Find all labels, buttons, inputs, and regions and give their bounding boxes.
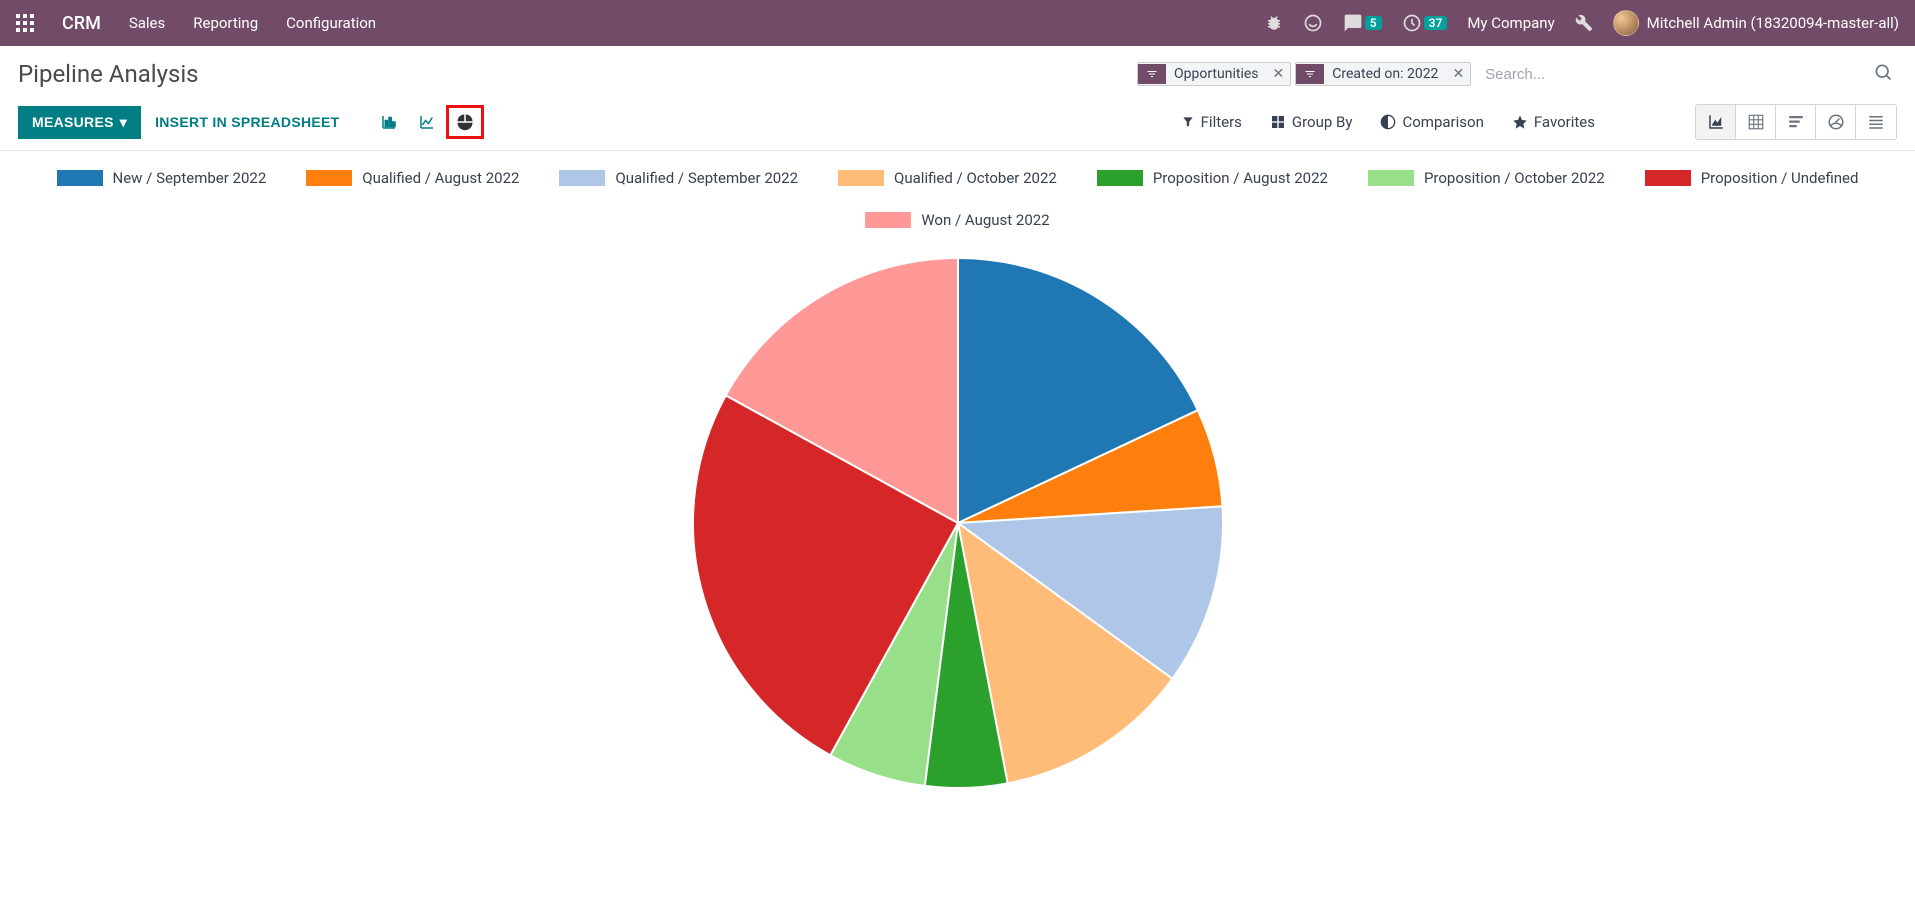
favorites-label: Favorites (1534, 113, 1595, 131)
legend-item[interactable]: Won / August 2022 (865, 211, 1049, 229)
measures-button[interactable]: MEASURES ▾ (18, 106, 141, 139)
line-chart-button[interactable] (408, 105, 446, 139)
legend-item[interactable]: Qualified / September 2022 (559, 169, 798, 187)
pie-chart-button[interactable] (446, 105, 484, 139)
company-switcher[interactable]: My Company (1467, 14, 1554, 32)
legend-item[interactable]: Proposition / October 2022 (1368, 169, 1605, 187)
facet-opportunities: Opportunities ✕ (1137, 62, 1291, 86)
insert-spreadsheet-button[interactable]: INSERT IN SPREADSHEET (141, 106, 353, 138)
legend-label: Proposition / August 2022 (1153, 169, 1328, 187)
legend-label: Qualified / August 2022 (362, 169, 519, 187)
activities-icon[interactable]: 37 (1402, 13, 1448, 33)
legend-swatch (559, 170, 605, 186)
facet-label: Created on: 2022 (1324, 63, 1446, 85)
user-menu[interactable]: Mitchell Admin (18320094-master-all) (1613, 10, 1899, 36)
chart-area: New / September 2022 Qualified / August 2… (0, 151, 1915, 821)
legend-item[interactable]: Proposition / Undefined (1645, 169, 1859, 187)
tools-icon[interactable] (1575, 14, 1593, 32)
comparison-label: Comparison (1402, 113, 1483, 131)
facet-remove[interactable]: ✕ (1446, 64, 1470, 84)
graph-view-button[interactable] (1696, 105, 1736, 139)
legend-item[interactable]: New / September 2022 (57, 169, 267, 187)
messages-badge: 5 (1365, 16, 1382, 30)
legend-label: Proposition / Undefined (1701, 169, 1859, 187)
comparison-dropdown[interactable]: Comparison (1380, 113, 1483, 131)
legend-item[interactable]: Qualified / October 2022 (838, 169, 1057, 187)
measures-label: MEASURES (32, 114, 114, 130)
filters-dropdown[interactable]: Filters (1181, 113, 1242, 131)
facet-label: Opportunities (1166, 63, 1267, 85)
nav-sales[interactable]: Sales (129, 14, 165, 32)
groupby-label: Group By (1292, 113, 1353, 131)
favorites-dropdown[interactable]: Favorites (1512, 113, 1595, 131)
legend-label: Won / August 2022 (921, 211, 1049, 229)
page-title: Pipeline Analysis (18, 60, 199, 88)
filter-icon (1138, 64, 1166, 84)
messages-icon[interactable]: 5 (1343, 13, 1382, 33)
top-navbar: CRM Sales Reporting Configuration 5 37 M… (0, 0, 1915, 46)
support-icon[interactable] (1303, 13, 1323, 33)
search-facets: Opportunities ✕ Created on: 2022 ✕ (1137, 62, 1471, 86)
list-view-button[interactable] (1856, 105, 1896, 139)
legend-label: Qualified / September 2022 (615, 169, 798, 187)
legend-label: Qualified / October 2022 (894, 169, 1057, 187)
dashboard-view-button[interactable] (1816, 105, 1856, 139)
filters-label: Filters (1201, 113, 1242, 131)
search-input[interactable] (1477, 62, 1863, 87)
legend-swatch (838, 170, 884, 186)
groupby-dropdown[interactable]: Group By (1270, 113, 1353, 131)
legend-item[interactable]: Proposition / August 2022 (1097, 169, 1328, 187)
debug-icon[interactable] (1265, 14, 1283, 32)
pivot-view-button[interactable] (1736, 105, 1776, 139)
caret-down-icon: ▾ (120, 114, 127, 131)
legend-swatch (1645, 170, 1691, 186)
bar-chart-button[interactable] (370, 105, 408, 139)
nav-configuration[interactable]: Configuration (286, 14, 376, 32)
pie-chart (678, 243, 1238, 803)
legend-swatch (1368, 170, 1414, 186)
filter-icon (1296, 64, 1324, 84)
view-switcher (1695, 104, 1897, 140)
control-panel: Pipeline Analysis Opportunities ✕ Create… (0, 46, 1915, 151)
legend-swatch (306, 170, 352, 186)
legend-swatch (1097, 170, 1143, 186)
legend-label: New / September 2022 (113, 169, 267, 187)
app-title[interactable]: CRM (62, 13, 101, 34)
cohort-view-button[interactable] (1776, 105, 1816, 139)
legend-swatch (865, 212, 911, 228)
legend-item[interactable]: Qualified / August 2022 (306, 169, 519, 187)
user-name: Mitchell Admin (18320094-master-all) (1647, 14, 1899, 32)
facet-created-on: Created on: 2022 ✕ (1295, 62, 1471, 86)
facet-remove[interactable]: ✕ (1267, 64, 1291, 84)
apps-icon[interactable] (16, 14, 34, 32)
nav-reporting[interactable]: Reporting (193, 14, 258, 32)
activities-badge: 37 (1424, 16, 1448, 30)
avatar (1613, 10, 1639, 36)
chart-legend: New / September 2022 Qualified / August 2… (40, 169, 1875, 229)
search-icon[interactable] (1869, 58, 1897, 90)
legend-swatch (57, 170, 103, 186)
legend-label: Proposition / October 2022 (1424, 169, 1605, 187)
